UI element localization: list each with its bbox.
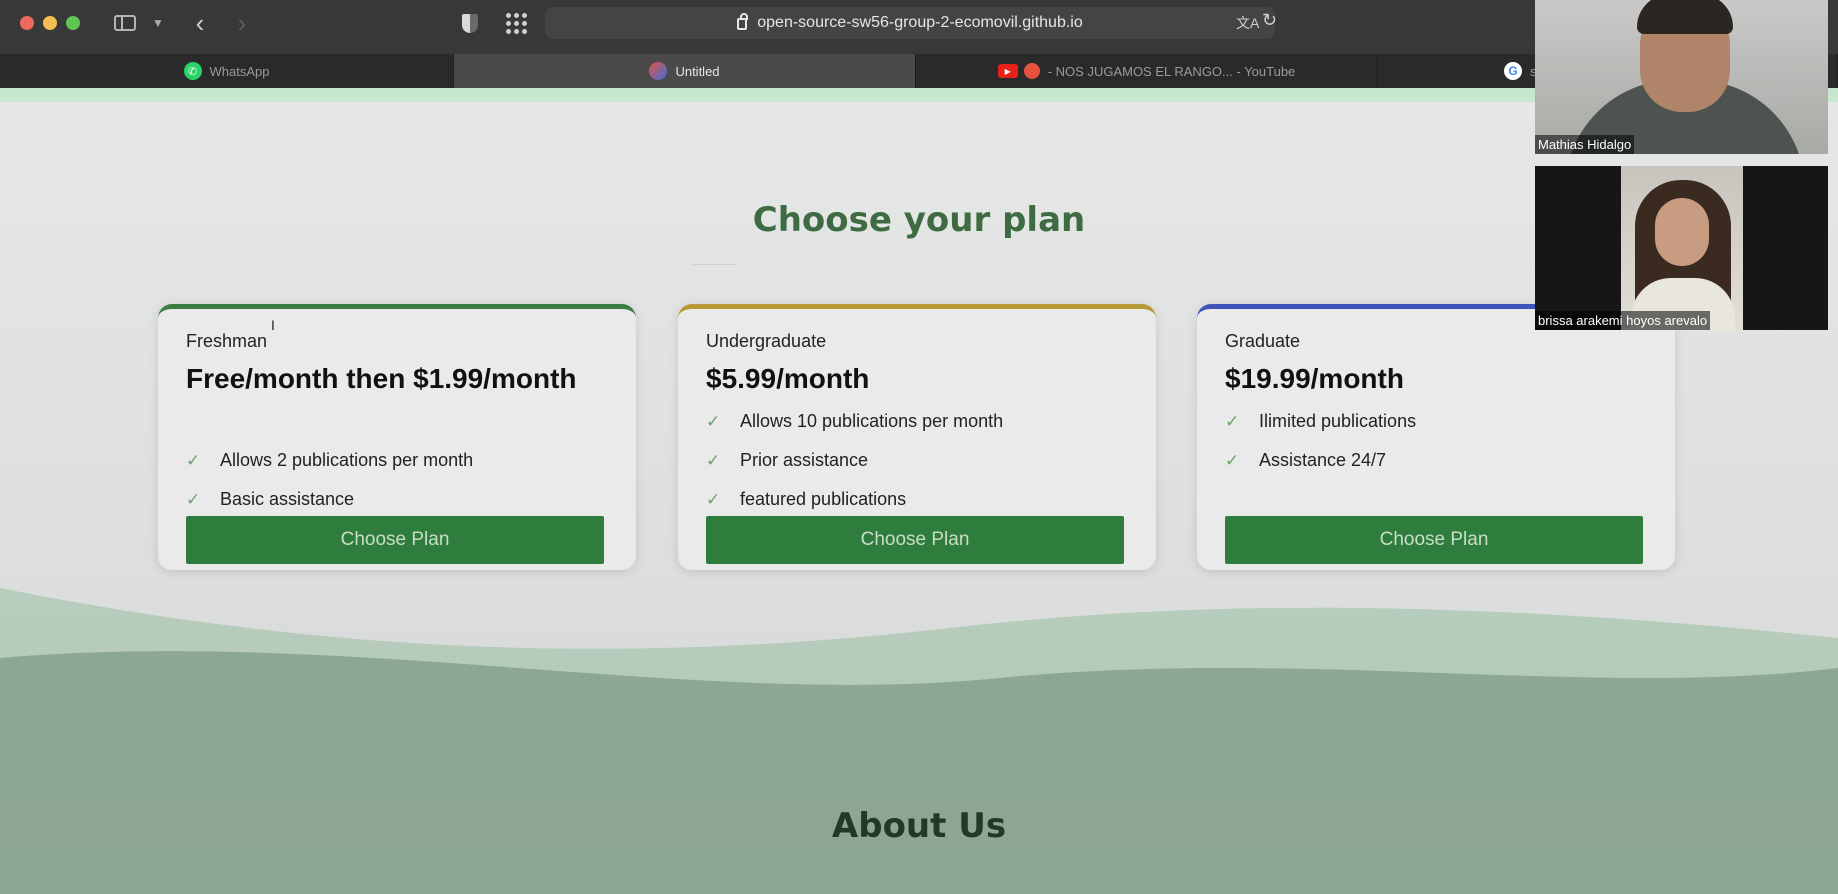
tab-label: WhatsApp (209, 63, 270, 79)
feature-text: featured publications (740, 489, 907, 509)
background-waves (0, 588, 1838, 894)
youtube-icon: ▶ (997, 64, 1018, 78)
feature-text: Basic assistance (220, 489, 355, 509)
check-icon: ✓ (186, 450, 201, 470)
plan-price: $5.99/month (706, 363, 870, 394)
plan-card-freshman: Freshman Free/month then $1.99/month ✓ Al… (158, 304, 636, 570)
tab-overview-grid-icon[interactable] (502, 10, 530, 36)
plan-card-graduate: Graduate $19.99/month ✓ Ilimited publicat… (1197, 304, 1675, 570)
choose-plan-button[interactable]: Choose Plan (186, 516, 604, 564)
plan-card-undergraduate: Undergraduate $5.99/month ✓ Allows 10 pub… (678, 304, 1156, 570)
lock-icon (737, 13, 749, 30)
check-icon: ✓ (706, 450, 721, 470)
participant-face (1655, 198, 1709, 266)
feature-text: Prior assistance (740, 450, 869, 470)
check-icon: ✓ (1225, 411, 1240, 431)
recording-icon (1023, 63, 1040, 79)
plan-price: $19.99/month (1225, 363, 1404, 394)
participant-name: brissa arakemi hoyos arevalo (1535, 311, 1711, 330)
address-bar[interactable]: open-source-sw56-group-2-ecomovil.github… (545, 7, 1275, 39)
video-tile-participant-1[interactable]: Mathias Hidalgo (1535, 0, 1828, 154)
check-icon: ✓ (706, 411, 721, 431)
participant-video (1621, 166, 1743, 330)
feature-item: ✓ Allows 2 publications per month (186, 441, 473, 480)
feature-item: ✓ Allows 10 publications per month (706, 402, 1003, 441)
close-window-button[interactable] (20, 16, 34, 30)
text-cursor-icon: I (271, 317, 275, 333)
about-us-title: About Us (831, 806, 1007, 846)
plan-price: Free/month then $1.99/month (186, 363, 577, 394)
feature-item: ✓ Prior assistance (706, 441, 1003, 480)
forward-arrow-icon[interactable]: › (232, 8, 252, 38)
feature-text: Allows 2 publications per month (220, 450, 474, 470)
feature-text: Assistance 24/7 (1259, 450, 1387, 470)
back-arrow-icon[interactable]: ‹ (190, 8, 210, 38)
tab-youtube[interactable]: ▶ - NOS JUGAMOS EL RANGO... - YouTube (916, 54, 1378, 88)
feature-text: Allows 10 publications per month (740, 411, 1004, 431)
url-text: open-source-sw56-group-2-ecomovil.github… (757, 14, 1083, 31)
check-icon: ✓ (186, 489, 201, 509)
site-favicon-icon (649, 62, 668, 80)
reload-icon[interactable]: ↻ (1262, 10, 1277, 31)
google-icon: G (1504, 62, 1522, 80)
participant-name: Mathias Hidalgo (1535, 135, 1635, 154)
privacy-shield-icon[interactable] (460, 10, 480, 36)
title-divider (693, 264, 737, 265)
plan-name: Undergraduate (706, 331, 827, 351)
minimize-window-button[interactable] (43, 16, 57, 30)
chevron-down-icon[interactable]: ▼ (150, 10, 166, 36)
feature-list: ✓ Allows 10 publications per month ✓ Prior… (706, 402, 1003, 519)
feature-item: ✓ Ilimited publications (1225, 402, 1416, 441)
feature-item: ✓ Assistance 24/7 (1225, 441, 1416, 480)
sidebar-toggle-icon[interactable] (112, 10, 138, 36)
check-icon: ✓ (706, 489, 721, 509)
feature-item: ✓ Basic assistance (186, 480, 473, 519)
whatsapp-icon: ✆ (183, 62, 202, 80)
plan-name: Graduate (1225, 331, 1301, 351)
video-tile-participant-2[interactable]: brissa arakemi hoyos arevalo (1535, 166, 1828, 330)
feature-text: Ilimited publications (1259, 411, 1417, 431)
maximize-window-button[interactable] (66, 16, 80, 30)
participant-hair (1637, 0, 1733, 34)
tab-whatsapp[interactable]: ✆ WhatsApp (0, 54, 454, 88)
feature-list: ✓ Allows 2 publications per month ✓ Basic … (186, 441, 473, 519)
tab-label: Untitled (675, 63, 720, 79)
plan-name: Freshman (186, 331, 268, 351)
tab-label: - NOS JUGAMOS EL RANGO... - YouTube (1047, 63, 1296, 79)
feature-item: ✓ featured publications (706, 480, 1003, 519)
choose-plan-button[interactable]: Choose Plan (706, 516, 1124, 564)
choose-plan-button[interactable]: Choose Plan (1225, 516, 1643, 564)
translate-icon[interactable]: 文A (1236, 13, 1259, 33)
tab-untitled[interactable]: Untitled (454, 54, 916, 88)
check-icon: ✓ (1225, 450, 1240, 470)
feature-list: ✓ Ilimited publications ✓ Assistance 24/7 (1225, 402, 1416, 480)
